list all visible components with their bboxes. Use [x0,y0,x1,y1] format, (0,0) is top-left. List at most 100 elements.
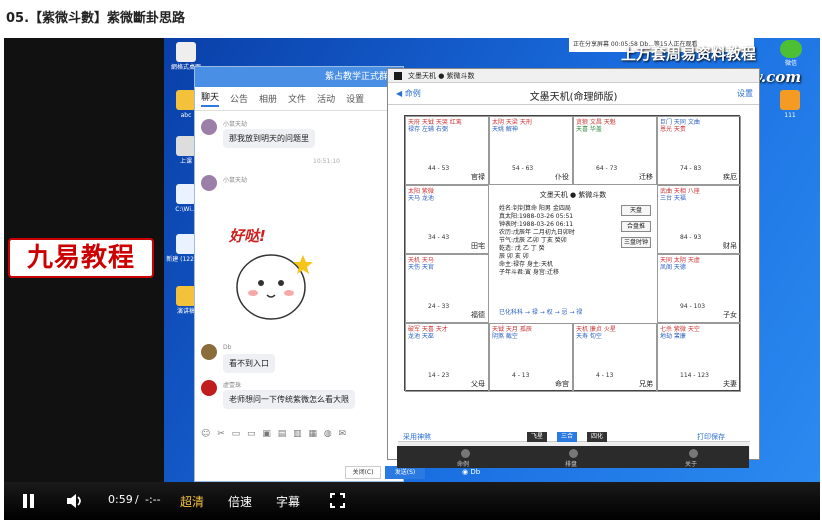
cell-substars: 龙池 天巫 [408,333,434,340]
message-sender: Db [223,344,232,351]
tab-album[interactable]: 相册 [259,92,277,105]
palace-cell[interactable]: 天机 廉贞 火星 天寿 旬空 4 - 13 兄弟 [573,323,657,392]
cell-substars: 天马 龙池 [408,195,434,202]
cell-age-range: 54 - 63 [512,165,534,172]
palace-cell[interactable]: 七杀 紫微 天空 地劫 蜚廉 114 - 123 夫妻 [657,323,741,392]
app-header: ◀ 命例 文墨天机(命理師版) 设置 [388,83,759,105]
quality-button[interactable]: 超清 [180,493,204,510]
palace-cell[interactable]: 天同 太阴 天虚 凤阁 天德 94 - 103 子女 [657,254,741,323]
cell-substars: 三台 天福 [660,195,686,202]
ziwei-app-window: 文墨天机 ● 紫微斗数 ◀ 命例 文墨天机(命理師版) 设置 天府 天钺 天哭 … [387,68,760,460]
message-timestamp: 10:51:10 [313,158,340,165]
cell-palace-name: 父母 [471,380,485,388]
center-title: 文墨天机 ● 紫微斗数 [539,191,607,199]
cell-substars: 天喜 华盖 [576,126,602,133]
fullscreen-icon[interactable] [330,493,345,508]
pause-button[interactable] [22,494,36,508]
video-player[interactable]: 正在分享屏幕 00:05:58 Db...等15人正在观看 網格式桌面 abc … [4,38,820,520]
time-separator: / [135,493,139,506]
merge-chart-button[interactable]: 合盘推 [621,221,651,232]
ziwei-chart-grid: 天府 天钺 天哭 红鸾 禄存 左辅 右弼 44 - 53 官禄 太阴 天梁 天刑… [404,115,741,392]
wechat-icon [780,40,802,58]
print-save-button[interactable]: 打印保存 [697,432,725,442]
sticker-text: 好哒! [229,227,266,245]
cell-substars: 阴煞 截空 [492,333,518,340]
cell-palace-name: 财帛 [723,242,737,250]
segment-flying-star[interactable]: 飞星 [527,432,548,442]
palace-cell[interactable]: 武曲 天相 八座 三台 天福 84 - 93 财帛 [657,185,741,254]
tab-chart-list[interactable]: 命例 [457,459,469,468]
cell-age-range: 114 - 123 [680,372,709,379]
three-chart-button[interactable]: 三盘时钟 [621,237,651,248]
cell-palace-name: 疾厄 [723,173,737,181]
chat-tab-bar: 聊天 公告 相册 文件 活动 设置 [195,87,403,111]
cell-substars: 地劫 蜚廉 [660,333,686,340]
use-shensha-toggle[interactable]: 采用神煞 [403,432,431,442]
taskbar-user-name: Db [470,468,481,476]
info-icon [689,449,698,458]
palace-cell[interactable]: 太阴 天梁 天刑 天姚 解神 54 - 63 仆役 [489,116,573,185]
tab-activity[interactable]: 活动 [317,92,335,105]
palace-cell[interactable]: 破军 天喜 天才 龙池 天巫 14 - 23 父母 [405,323,489,392]
time-current: 0:59 [108,493,133,506]
cell-substars: 凤阁 天德 [660,264,686,271]
pause-icon [30,494,34,508]
palace-cell[interactable]: 贪狼 文昌 天魁 天喜 华盖 64 - 73 迁移 [573,116,657,185]
palace-cell[interactable]: 天机 天马 天伤 天官 24 - 33 福德 [405,254,489,323]
palace-cell[interactable]: 太阳 紫微 天马 龙池 34 - 43 田宅 [405,185,489,254]
group-chat-window: 紫占教学正式群 聊天 公告 相册 文件 活动 设置 小鼠天劫 那我放到明天的问题… [194,66,425,482]
tab-about[interactable]: 关于 [685,459,697,468]
tab-files[interactable]: 文件 [288,92,306,105]
pause-icon [23,494,27,508]
chat-input-toolbar[interactable]: ☺ ✂ ▭ ▭ ▣ ▤ ▥ ▦ ◍ ✉ [201,429,348,439]
subtitle-button[interactable]: 字幕 [276,493,300,510]
file-icon [176,136,196,156]
cell-palace-name: 官禄 [471,173,485,181]
app-window-title: 文墨天机 ● 紫微斗数 [408,72,475,80]
cell-stars: 破军 天喜 天才 [408,326,448,333]
cell-palace-name: 子女 [723,311,737,319]
cell-age-range: 24 - 33 [428,303,450,310]
cell-stars: 武曲 天相 八座 [660,188,700,195]
avatar [201,344,217,360]
palace-cell[interactable]: 天府 天钺 天哭 红鸾 禄存 左辅 右弼 44 - 53 官禄 [405,116,489,185]
cell-substars: 禄存 左辅 右弼 [408,126,448,133]
app-titlebar: 文墨天机 ● 紫微斗数 [388,69,759,83]
tab-make-chart[interactable]: 排盘 [565,459,577,468]
cell-stars: 天机 廉贞 火星 [576,326,616,333]
volume-icon[interactable] [66,493,84,509]
message-sender: 虚壹珠 [223,382,242,389]
cell-substars: 天姚 解神 [492,126,518,133]
speed-button[interactable]: 倍速 [228,493,252,510]
avatar [201,119,217,135]
desktop-icon-label: abc [180,112,192,119]
app-header-title: 文墨天机(命理師版) [529,92,618,103]
close-button[interactable]: 关闭(C) [345,466,381,479]
cell-age-range: 14 - 23 [428,372,450,379]
app-icon [394,72,402,80]
cell-stars: 天钺 天月 孤辰 [492,326,532,333]
page-title: 05.【紫微斗數】紫微斷卦思路 [6,11,186,26]
chart-list-icon [461,449,470,458]
cell-substars: 恩光 天贵 [660,126,686,133]
file-icon [176,234,196,254]
segment-sanhe[interactable]: 三合 [557,432,578,442]
message-sender: 小鼠天劫 [223,121,248,128]
cell-age-range: 4 - 13 [596,372,614,379]
tab-announcement[interactable]: 公告 [230,92,248,105]
cell-age-range: 4 - 13 [512,372,530,379]
desktop-icon-111[interactable]: 111 [770,90,810,119]
cell-palace-name: 迁移 [639,173,653,181]
palace-cell[interactable]: 天钺 天月 孤辰 阴煞 截空 4 - 13 命宫 [489,323,573,392]
settings-button[interactable]: 设置 [737,88,753,99]
cell-stars: 天机 天马 [408,257,434,264]
cell-stars: 太阴 天梁 天刑 [492,119,532,126]
segment-sihua[interactable]: 四化 [587,432,608,442]
cell-age-range: 34 - 43 [428,234,450,241]
cell-age-range: 94 - 103 [680,303,706,310]
tab-settings[interactable]: 设置 [346,92,364,105]
palace-cell[interactable]: 巨门 天同 文曲 恩光 天贵 74 - 83 疾厄 [657,116,741,185]
tab-chat[interactable]: 聊天 [201,90,220,107]
cell-stars: 巨门 天同 文曲 [660,119,700,126]
sky-chart-button[interactable]: 天盘 [621,205,651,216]
